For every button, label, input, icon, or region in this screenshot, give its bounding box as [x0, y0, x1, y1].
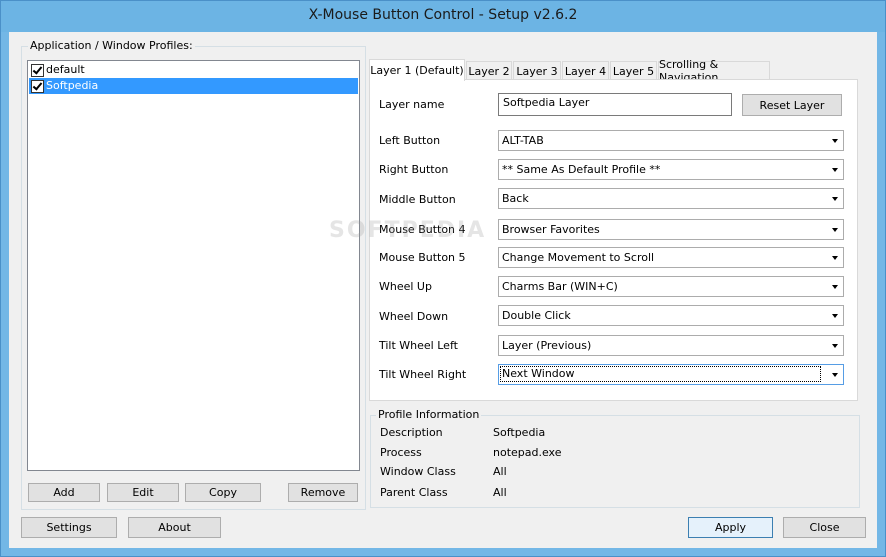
- dropdown-value: Double Click: [502, 309, 571, 322]
- list-item-default[interactable]: default: [29, 62, 358, 78]
- tab-scrolling-navigation[interactable]: Scrolling & Navigation: [658, 58, 770, 84]
- list-item-label: default: [46, 63, 85, 76]
- info-label: Parent Class: [380, 486, 448, 499]
- chevron-down-icon: [832, 285, 838, 289]
- profiles-group-label: Application / Window Profiles:: [28, 39, 195, 52]
- right-button-label: Right Button: [379, 163, 449, 176]
- profile-info-group: Profile Information Description Softpedi…: [370, 408, 860, 508]
- wheel-down-dropdown[interactable]: Double Click: [498, 305, 844, 326]
- tab-layer-4[interactable]: Layer 4: [562, 61, 609, 80]
- add-button[interactable]: Add: [28, 483, 100, 502]
- about-button[interactable]: About: [128, 517, 221, 538]
- tilt-wheel-right-dropdown[interactable]: Next Window: [498, 364, 844, 385]
- layer-name-label: Layer name: [379, 98, 445, 111]
- layer-tab-panel: Layer name Softpedia Layer Reset Layer L…: [369, 79, 858, 401]
- tab-layer-1[interactable]: Layer 1 (Default): [369, 59, 465, 81]
- checkbox-softpedia[interactable]: [31, 80, 44, 93]
- remove-button[interactable]: Remove: [288, 483, 358, 502]
- tilt-wheel-left-label: Tilt Wheel Left: [379, 339, 458, 352]
- info-value: notepad.exe: [493, 446, 562, 459]
- info-label: Process: [380, 446, 422, 459]
- wheel-up-label: Wheel Up: [379, 280, 432, 293]
- mouse-button-5-dropdown[interactable]: Change Movement to Scroll: [498, 247, 844, 268]
- close-button[interactable]: Close: [783, 517, 866, 538]
- middle-button-label: Middle Button: [379, 193, 456, 206]
- profile-info-group-label: Profile Information: [376, 408, 482, 421]
- list-item-softpedia[interactable]: Softpedia: [29, 78, 358, 94]
- tab-layer-3[interactable]: Layer 3: [513, 61, 561, 80]
- info-label: Description: [380, 426, 443, 439]
- tab-layer-5[interactable]: Layer 5: [610, 61, 657, 80]
- info-value: All: [493, 465, 507, 478]
- title-bar[interactable]: X-Mouse Button Control - Setup v2.6.2: [1, 1, 885, 32]
- dropdown-value: Charms Bar (WIN+C): [502, 280, 618, 293]
- reset-layer-button[interactable]: Reset Layer: [742, 94, 842, 116]
- chevron-down-icon: [832, 344, 838, 348]
- apply-button[interactable]: Apply: [688, 517, 773, 538]
- left-button-dropdown[interactable]: ALT-TAB: [498, 130, 844, 151]
- dropdown-value: ** Same As Default Profile **: [502, 163, 661, 176]
- dropdown-value: Change Movement to Scroll: [502, 251, 655, 264]
- chevron-down-icon: [832, 373, 838, 377]
- tilt-wheel-right-label: Tilt Wheel Right: [379, 368, 467, 381]
- chevron-down-icon: [832, 314, 838, 318]
- chevron-down-icon: [832, 197, 838, 201]
- chevron-down-icon: [832, 139, 838, 143]
- profiles-list[interactable]: default Softpedia: [27, 60, 360, 471]
- checkbox-default[interactable]: [31, 64, 44, 77]
- chevron-down-icon: [832, 256, 838, 260]
- info-label: Window Class: [380, 465, 456, 478]
- app-window: X-Mouse Button Control - Setup v2.6.2 Ap…: [0, 0, 886, 557]
- right-button-dropdown[interactable]: ** Same As Default Profile **: [498, 159, 844, 180]
- layer-name-input[interactable]: Softpedia Layer: [498, 93, 732, 116]
- dropdown-value: ALT-TAB: [502, 134, 544, 147]
- client-area: Application / Window Profiles: default S…: [9, 32, 877, 548]
- mouse-button-4-label: Mouse Button 4: [379, 223, 466, 236]
- info-value: All: [493, 486, 507, 499]
- edit-button[interactable]: Edit: [107, 483, 179, 502]
- mouse-button-4-dropdown[interactable]: Browser Favorites: [498, 219, 844, 240]
- settings-button[interactable]: Settings: [21, 517, 117, 538]
- window-title: X-Mouse Button Control - Setup v2.6.2: [308, 7, 578, 23]
- tilt-wheel-left-dropdown[interactable]: Layer (Previous): [498, 335, 844, 356]
- copy-button[interactable]: Copy: [185, 483, 261, 502]
- info-value: Softpedia: [493, 426, 546, 439]
- tab-layer-2[interactable]: Layer 2: [466, 61, 512, 80]
- dropdown-value: Browser Favorites: [502, 223, 600, 236]
- dropdown-value: Back: [502, 192, 529, 205]
- left-button-label: Left Button: [379, 134, 441, 147]
- chevron-down-icon: [832, 228, 838, 232]
- chevron-down-icon: [832, 168, 838, 172]
- wheel-down-label: Wheel Down: [379, 310, 449, 323]
- middle-button-dropdown[interactable]: Back: [498, 188, 844, 209]
- list-item-label: Softpedia: [46, 79, 99, 92]
- mouse-button-5-label: Mouse Button 5: [379, 251, 466, 264]
- dropdown-value: Next Window: [500, 366, 821, 382]
- wheel-up-dropdown[interactable]: Charms Bar (WIN+C): [498, 276, 844, 297]
- dropdown-value: Layer (Previous): [502, 339, 592, 352]
